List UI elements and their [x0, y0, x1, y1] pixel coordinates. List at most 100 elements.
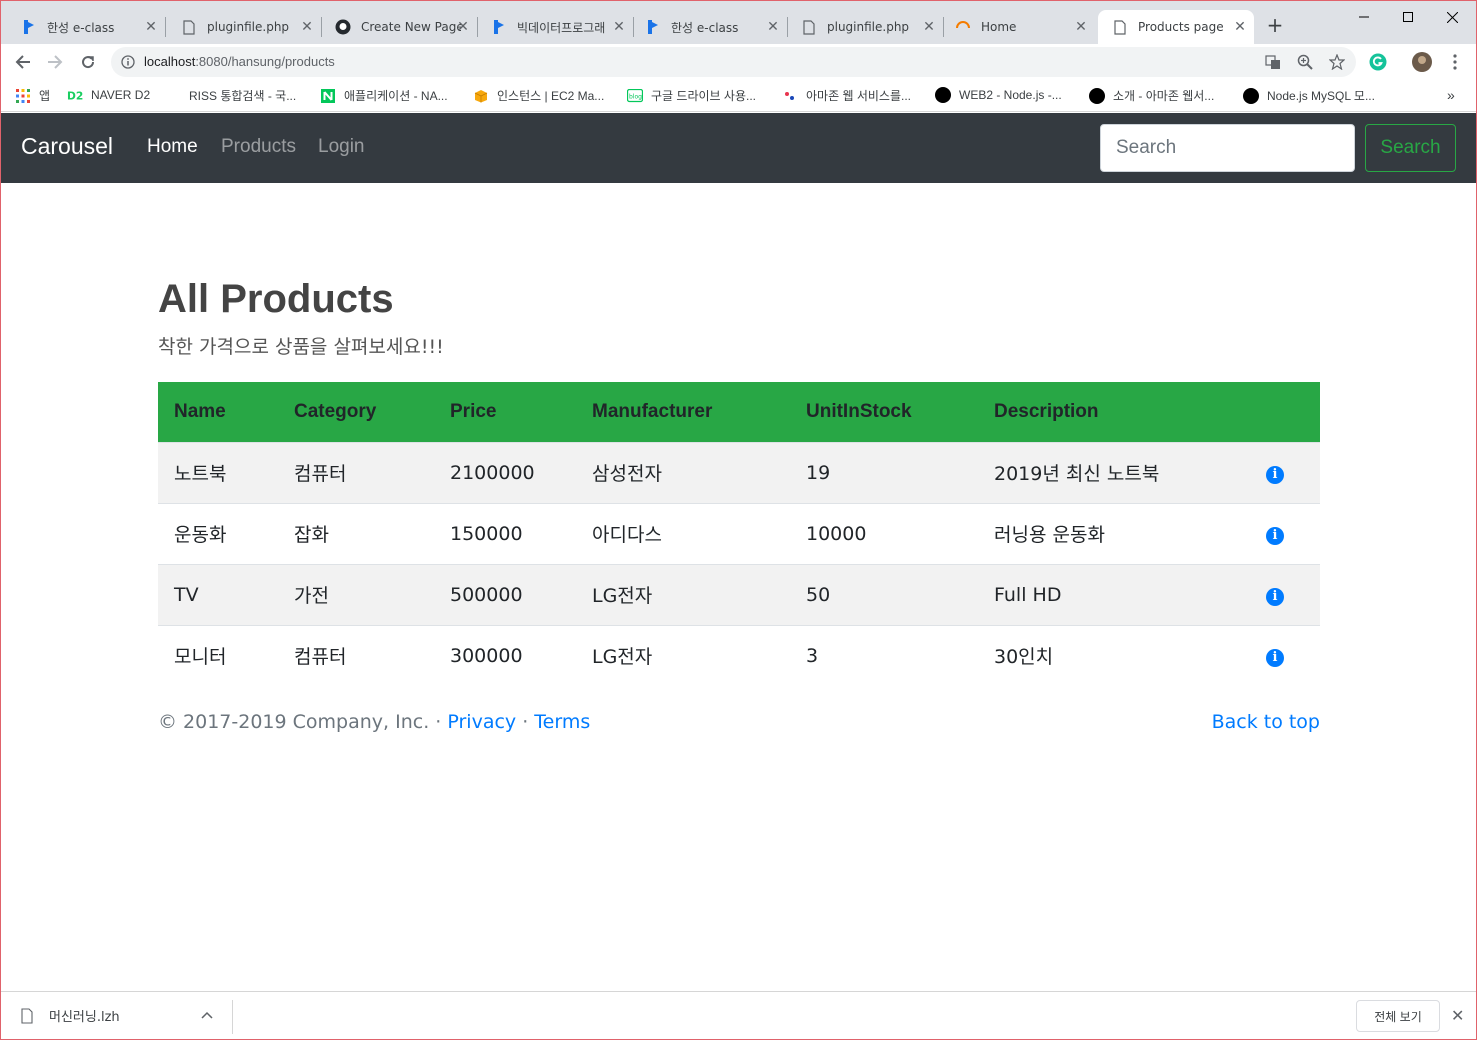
close-icon[interactable]: ✕: [299, 19, 315, 35]
close-icon[interactable]: ✕: [1232, 19, 1248, 35]
products-table: Name Category Price Manufacturer UnitInS…: [158, 382, 1320, 686]
info-icon[interactable]: i: [1266, 588, 1284, 606]
tab-title: pluginfile.php: [827, 20, 910, 34]
cell-detail: i: [1250, 441, 1320, 503]
site-navbar: Carousel Home Products Login Search: [1, 113, 1476, 183]
table-row: TV 가전 500000 LG전자 50 Full HD i: [158, 563, 1320, 625]
close-window-icon[interactable]: [1429, 5, 1475, 29]
bookmark-label: Node.js MySQL 모...: [1267, 89, 1375, 103]
page-icon: [801, 19, 817, 35]
column-header: Description: [994, 400, 1099, 422]
back-to-top-link[interactable]: Back to top: [1212, 711, 1320, 733]
cell-manufacturer: 아디다스: [576, 502, 790, 564]
bookmark-item[interactable]: Node.js MySQL 모...: [1243, 87, 1375, 104]
black-circle-icon: [935, 87, 951, 103]
bookmark-item[interactable]: D2 NAVER D2: [67, 87, 150, 103]
chevron-up-icon[interactable]: [201, 1008, 213, 1022]
tab-title: 한성 e-class: [671, 20, 739, 35]
svg-text:blog: blog: [629, 93, 642, 100]
show-all-downloads-button[interactable]: 전체 보기: [1356, 1000, 1440, 1032]
browser-tab[interactable]: 한성 e-class ✕: [625, 10, 787, 44]
privacy-link[interactable]: Privacy: [447, 711, 516, 733]
dots-icon: [782, 88, 798, 104]
browser-tab[interactable]: pluginfile.php ✕: [161, 10, 321, 44]
close-icon[interactable]: ✕: [143, 19, 159, 35]
reload-icon[interactable]: [78, 52, 98, 72]
info-circle-icon[interactable]: [120, 54, 136, 70]
minimize-icon[interactable]: [1341, 5, 1387, 29]
bracket-b-icon: [645, 19, 661, 35]
bookmark-item[interactable]: RISS 통합검색 - 국...: [165, 87, 296, 104]
cell-description: Full HD: [978, 563, 1250, 625]
tab-title: Create New Page: [361, 20, 461, 34]
browser-tab[interactable]: Home ✕: [935, 10, 1095, 44]
search-button[interactable]: Search: [1365, 124, 1456, 172]
browser-tab-active[interactable]: Products page ✕: [1098, 10, 1254, 44]
riss-icon: [165, 88, 181, 104]
cell-detail: i: [1250, 624, 1320, 686]
column-header: UnitInStock: [806, 400, 912, 422]
browser-tab[interactable]: 빅데이터프로그래 ✕: [471, 10, 633, 44]
browser-tab[interactable]: Create New Page ✕: [315, 10, 477, 44]
close-icon[interactable]: ✕: [1073, 19, 1089, 35]
bookmark-item[interactable]: WEB2 - Node.js -...: [935, 87, 1062, 103]
back-arrow-icon[interactable]: [13, 52, 33, 72]
nav-link-products[interactable]: Products: [221, 136, 296, 158]
bookmarks-bar: 앱 D2 NAVER D2 RISS 통합검색 - 국... 애플리케이션 - …: [1, 80, 1476, 112]
bookmark-apps[interactable]: 앱: [15, 87, 50, 104]
maximize-icon[interactable]: [1385, 5, 1431, 29]
bookmark-item[interactable]: 인스턴스 | EC2 Ma...: [473, 87, 604, 104]
download-bar: 머신러닝.lzh 전체 보기 ✕: [1, 991, 1476, 1039]
navbar-brand[interactable]: Carousel: [21, 133, 113, 160]
cell-name: 모니터: [158, 624, 278, 686]
divider: [232, 1000, 233, 1034]
browser-tabstrip: 한성 e-class ✕ pluginfile.php ✕ Create New…: [1, 1, 1476, 44]
translate-icon[interactable]: [1265, 54, 1281, 70]
avatar[interactable]: [1412, 52, 1432, 72]
bracket-b-icon: [491, 19, 507, 35]
address-bar[interactable]: localhost:8080/hansung/products: [111, 47, 1356, 77]
grammarly-icon[interactable]: [1368, 52, 1388, 72]
more-menu-icon[interactable]: [1445, 52, 1465, 72]
svg-text:D2: D2: [67, 89, 83, 102]
info-icon[interactable]: i: [1266, 466, 1284, 484]
nav-link-login[interactable]: Login: [318, 136, 365, 158]
zoom-icon[interactable]: [1297, 54, 1313, 70]
close-icon[interactable]: ✕: [455, 19, 471, 35]
bookmark-item[interactable]: 아마존 웹 서비스를...: [782, 87, 911, 104]
tab-title: Home: [981, 20, 1017, 34]
bookmark-label: 아마존 웹 서비스를...: [806, 89, 911, 103]
info-icon[interactable]: i: [1266, 649, 1284, 668]
blog-icon: blog: [627, 88, 643, 104]
close-icon[interactable]: ✕: [765, 19, 781, 35]
cell-stock: 19: [790, 441, 978, 503]
forward-arrow-icon[interactable]: [45, 52, 65, 72]
chevron-right-double-icon[interactable]: »: [1447, 87, 1455, 103]
info-icon[interactable]: i: [1266, 527, 1284, 545]
page-subtitle: 착한 가격으로 상품을 살펴보세요!!!: [158, 336, 444, 358]
cell-name: TV: [158, 563, 278, 625]
bookmark-label: RISS 통합검색 - 국...: [189, 89, 297, 103]
terms-link[interactable]: Terms: [534, 711, 590, 733]
aws-box-icon: [473, 88, 489, 104]
browser-tab[interactable]: 한성 e-class ✕: [1, 10, 165, 44]
cell-category: 컴퓨터: [278, 441, 434, 503]
cell-price: 300000: [434, 624, 576, 686]
browser-tab[interactable]: pluginfile.php ✕: [781, 10, 943, 44]
close-icon[interactable]: ✕: [1451, 1006, 1464, 1025]
nav-link-home[interactable]: Home: [147, 136, 198, 158]
cell-stock: 10000: [790, 502, 978, 564]
cell-price: 500000: [434, 563, 576, 625]
download-item[interactable]: 머신러닝.lzh: [21, 1006, 120, 1025]
bookmark-item[interactable]: 애플리케이션 - NA...: [320, 87, 448, 104]
black-circle-icon: [1243, 87, 1259, 104]
new-tab-button[interactable]: +: [1265, 15, 1285, 35]
table-row: 노트북 컴퓨터 2100000 삼성전자 19 2019년 최신 노트북 i: [158, 441, 1320, 503]
cell-description: 30인치: [978, 624, 1250, 686]
bookmark-label: NAVER D2: [91, 88, 151, 102]
bookmark-item[interactable]: 소개 - 아마존 웹서...: [1089, 87, 1214, 104]
search-input[interactable]: [1100, 124, 1355, 172]
bookmark-label: 소개 - 아마존 웹서...: [1113, 89, 1215, 103]
bookmark-item[interactable]: blog 구글 드라이브 사용...: [627, 87, 756, 104]
star-icon[interactable]: [1329, 54, 1345, 70]
